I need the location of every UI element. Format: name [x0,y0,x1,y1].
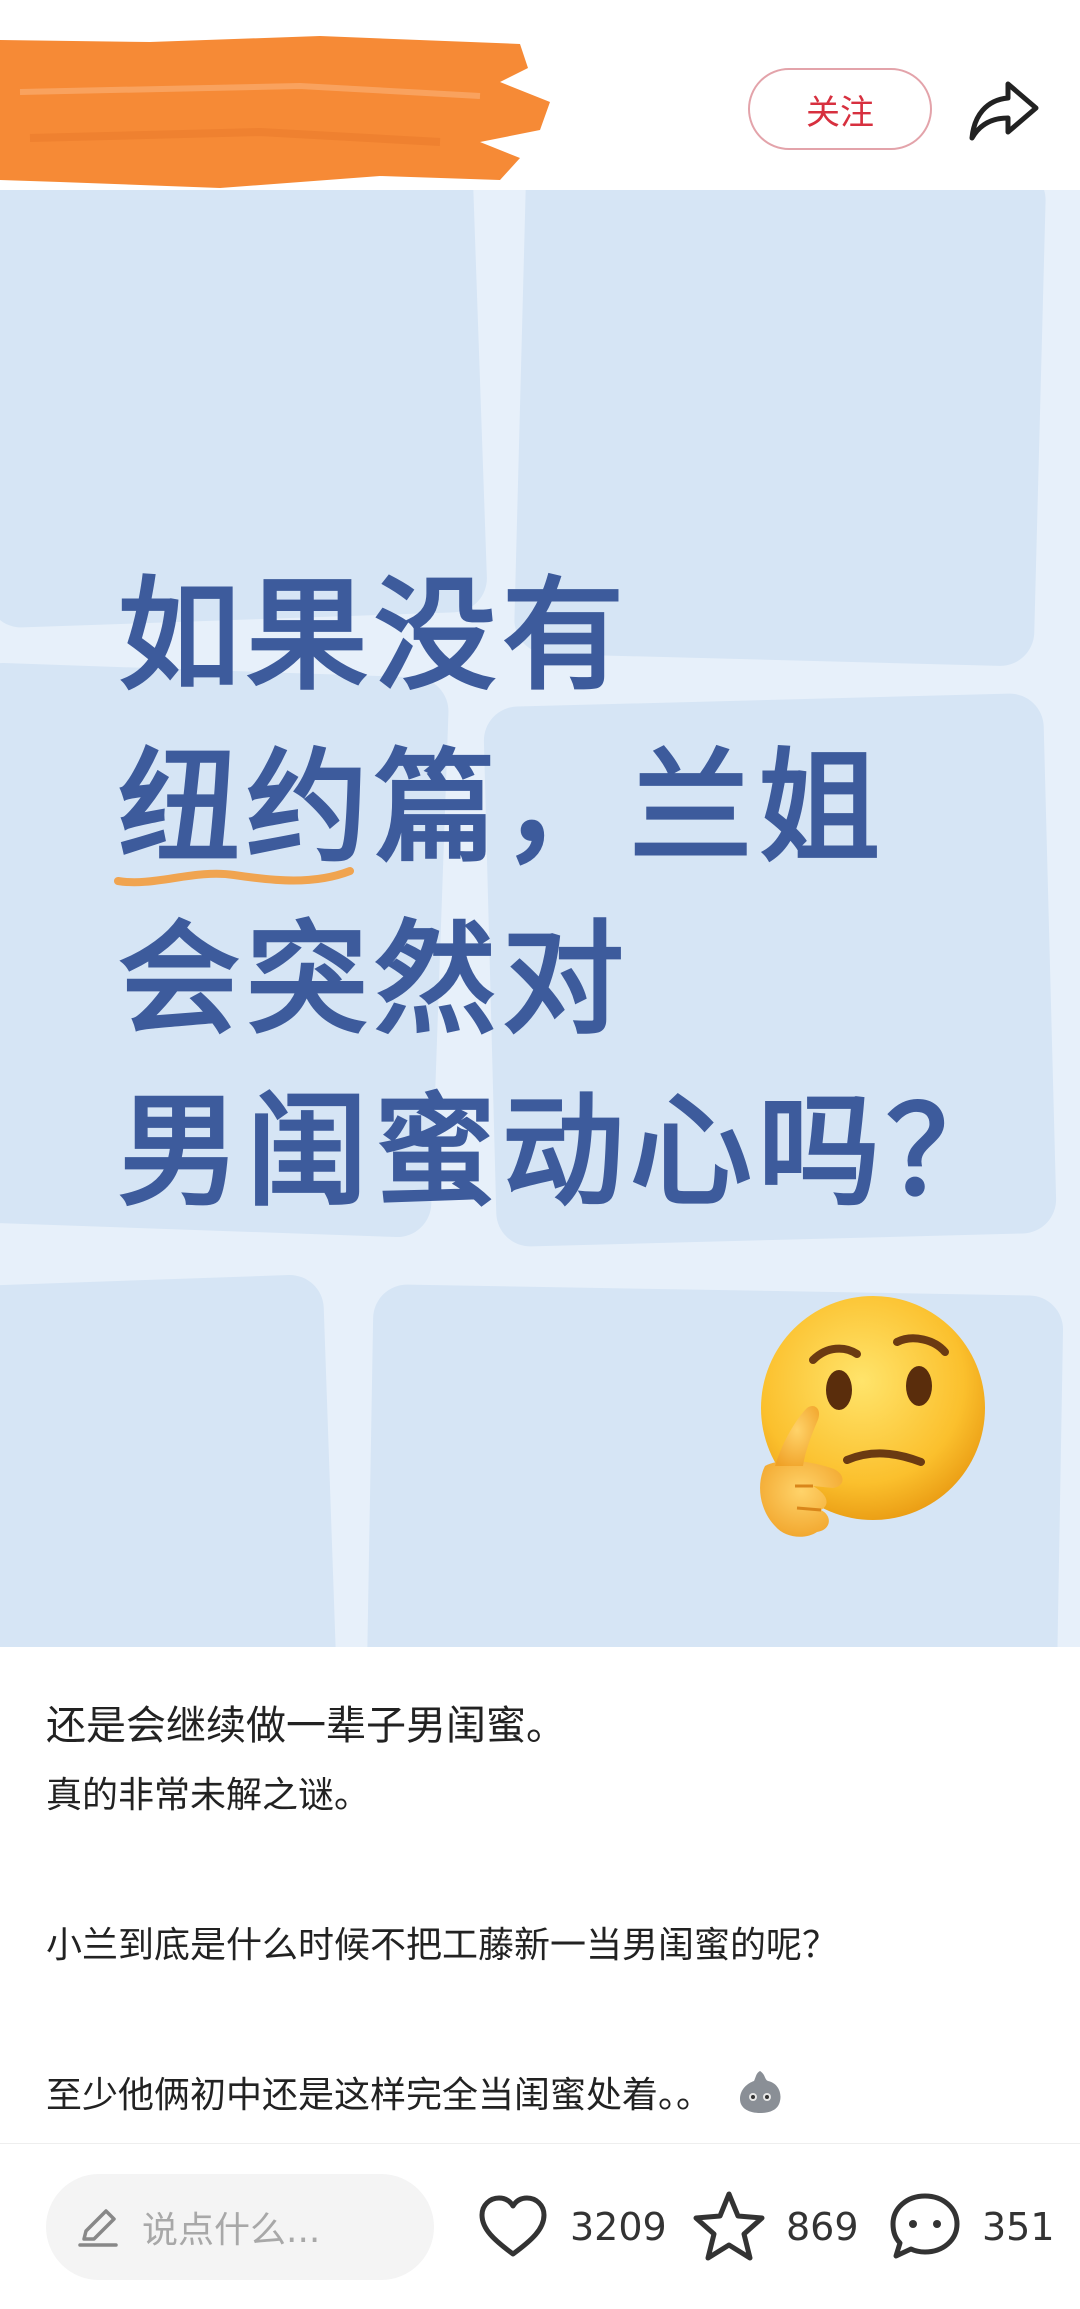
bottom-action-bar: 说点什么... 3209 869 351 [0,2144,1080,2309]
headline-line: 如果没有 [118,565,630,707]
comment-button[interactable]: 351 [886,2184,1055,2270]
favorite-button[interactable]: 869 [690,2184,859,2270]
star-icon [693,2191,765,2261]
post-paragraph: 小兰到底是什么时候不把工藤新一当男闺蜜的呢？ [46,1925,839,1966]
comment-placeholder: 说点什么... [142,2210,321,2251]
comment-input[interactable]: 说点什么... [46,2174,434,2280]
blob-sticker-icon [740,2071,781,2113]
favorite-count: 869 [786,2205,859,2249]
headline-underlined-text: 纽约 [114,737,374,887]
like-button[interactable]: 3209 [474,2184,667,2270]
top-bar: 关注 [0,0,1080,190]
heart-icon [479,2195,547,2257]
chat-bubble-icon [890,2193,960,2259]
post-body: 还是会继续做一辈子男闺蜜。 真的非常未解之谜。 小兰到底是什么时候不把工藤新一当… [46,1690,1036,2130]
headline-line: 男闺蜜动心吗？ [118,1081,1014,1223]
redacted-username [0,36,550,188]
share-icon[interactable] [968,78,1040,142]
follow-button-label: 关注 [806,92,874,133]
post-detail-page: 关注 如果没有 纽约 篇，兰姐 会突然对 男闺蜜动心吗？ 还是会继续做一辈子男闺… [0,0,1080,2309]
thinking-face-emoji [760,1296,985,1537]
hand-drawn-underline [114,867,354,887]
background-tile [0,1273,338,1647]
headline-line: 纽约 篇，兰姐 [114,722,1014,894]
comment-count: 351 [982,2205,1055,2249]
post-paragraph: 真的非常未解之谜。 [46,1775,371,1816]
post-image[interactable]: 如果没有 纽约 篇，兰姐 会突然对 男闺蜜动心吗？ [0,190,1080,1647]
post-paragraph: 至少他俩初中还是这样完全当闺蜜处着。。 [46,2062,1036,2130]
post-paragraph: 还是会继续做一辈子男闺蜜。 [46,1703,566,1749]
like-count: 3209 [570,2205,667,2249]
image-headline: 如果没有 纽约 篇，兰姐 会突然对 男闺蜜动心吗？ [114,550,1014,1238]
follow-button[interactable]: 关注 [748,68,932,150]
headline-line: 会突然对 [118,909,630,1051]
pencil-icon [78,2209,118,2247]
